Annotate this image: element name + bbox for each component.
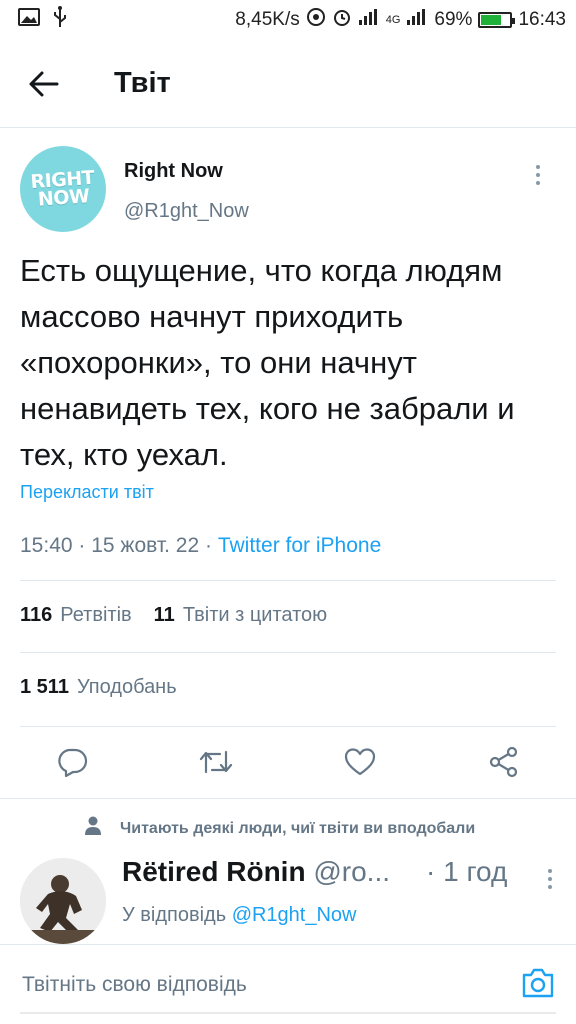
replying-to: У відповідь @R1ght_Now [122,904,357,927]
likes-label: Уподобань [76,676,177,698]
meta-separator: · [78,534,92,557]
retweets-stat[interactable]: 116 Ретвітів [20,604,132,627]
reply-context: Читають деякі люди, чиї твіти ви вподоба… [84,816,475,841]
more-dot [548,885,552,889]
author-handle[interactable]: @R1ght_Now [124,200,249,223]
divider [20,580,556,581]
network-type: 4G [385,14,401,26]
battery-percent: 69% [434,9,473,30]
tweet-author: RIGHT NOW Right Now @R1ght_Now [20,146,556,236]
tweet-time: 15:40 [20,534,73,557]
retweets-count: 116 [20,604,53,626]
replying-to-label: У відповідь [122,904,227,926]
tweet-stats: 116 Ретвітів 11 Твіти з цитатою [20,604,349,627]
author-avatar[interactable]: RIGHT NOW [20,146,106,232]
likes-stat[interactable]: 1 511 Уподобань [20,676,177,699]
retweet-button[interactable] [144,730,288,794]
reply-icon [58,748,88,777]
clock: 16:43 [518,9,566,30]
more-options-button[interactable] [524,160,552,190]
retweet-icon [199,750,233,774]
reply-button[interactable] [0,730,144,794]
reply-author-avatar[interactable] [20,858,106,944]
section-divider [0,798,576,799]
heart-icon [344,748,376,776]
compose-reply-bar [0,944,576,1024]
tweet-date: 15 жовт. 22 [91,534,200,557]
replying-to-mention[interactable]: @R1ght_Now [232,904,357,926]
more-dot [536,173,540,177]
person-icon [84,816,102,841]
divider [20,726,556,727]
divider [20,652,556,653]
hotspot-icon [306,7,326,33]
alarm-icon [332,7,352,33]
page-title: Твіт [114,67,171,99]
back-button[interactable] [14,54,74,114]
battery-fill [481,15,501,25]
add-photo-button[interactable] [520,965,556,1001]
tweet-meta: 15:40 · 15 жовт. 22 · Twitter for iPhone [20,534,381,558]
likes-count: 1 511 [20,676,69,698]
signal-icon-2 [406,8,428,32]
image-icon [18,8,40,32]
status-left [18,6,68,34]
like-button[interactable] [288,730,432,794]
reply-author-handle: @ro... [313,856,391,887]
avatar-logo-text: RIGHT NOW [29,166,95,211]
retweets-label: Ретвітів [60,604,132,626]
translate-tweet-link[interactable]: Перекласти твіт [20,482,154,503]
reply-time: · 1 год [426,856,508,887]
network-speed: 8,45K/s [235,9,300,30]
header: Твіт [0,40,576,128]
reply-author-display-name: Rëtired Rönin [122,856,306,887]
reply-tweet[interactable]: Rëtired Rönin @ro... · 1 год У відповідь… [20,854,560,944]
share-icon [489,746,518,778]
tweet-source-link[interactable]: Twitter for iPhone [218,534,381,557]
quotes-count: 11 [153,604,175,626]
status-right: 8,45K/s 4G 69% 16:43 [235,7,566,33]
more-dots-icon [548,869,552,873]
share-button[interactable] [432,730,576,794]
reply-context-text: Читають деякі люди, чиї твіти ви вподоба… [120,819,476,837]
usb-icon [52,6,68,34]
tweet-text: Есть ощущение, что когда людям массово н… [20,253,515,472]
quotes-stat[interactable]: 11 Твіти з цитатою [154,604,327,627]
quotes-label: Твіти з цитатою [182,604,328,626]
arrow-left-icon [29,71,59,96]
tweet-actions [0,730,576,794]
meta-separator: · [205,534,218,557]
statue-figure-image [20,858,106,944]
signal-icon [358,8,380,32]
more-dot [536,181,540,185]
author-name[interactable]: Right Now [124,160,223,183]
reply-more-options-button[interactable] [540,864,560,894]
camera-icon [522,968,554,998]
reply-author-name[interactable]: Rëtired Rönin @ro... [122,856,390,888]
compose-underline [20,1012,556,1014]
more-dots-icon [536,165,540,169]
more-dot [548,877,552,881]
battery-icon [478,12,516,28]
status-bar: 8,45K/s 4G 69% 16:43 [0,0,576,40]
